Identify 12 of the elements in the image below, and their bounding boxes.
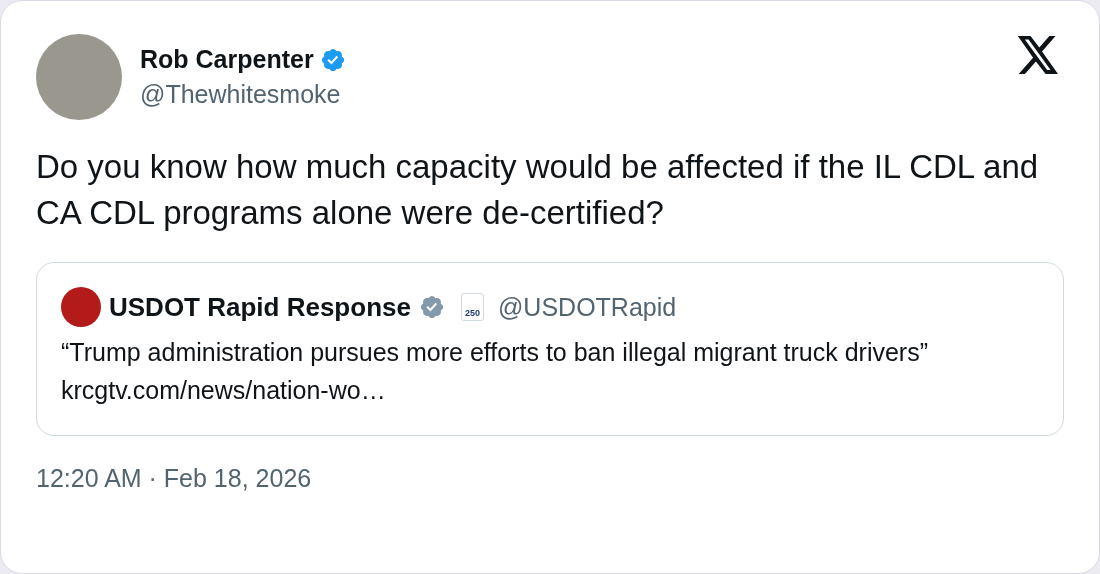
x-logo-icon[interactable] — [1016, 36, 1060, 76]
author-handle[interactable]: @Thewhitesmoke — [140, 80, 998, 109]
badge-label: 250 — [460, 293, 484, 321]
article-link[interactable]: krcgtv.com/news/nation-wo… — [61, 376, 386, 404]
quoted-post[interactable]: USDOT Rapid Response 250 @USDOTRapid “Trump administration pursues more efforts to ban illegal migrant truck drivers” krcgtv.com/news/nation-wo… — [36, 262, 1064, 436]
author-name[interactable]: Rob Carpenter — [140, 45, 314, 74]
quoted-author-handle: @USDOTRapid — [497, 292, 677, 322]
timestamp[interactable]: 12:20 AM · Feb 18, 2026 — [36, 464, 1064, 493]
quoted-text: “Trump administration pursues more efforts to ban illegal migrant truck drivers” — [61, 337, 929, 368]
post-text: Do you know how much capacity would be affected if the IL CDL and CA CDL programs alone were de-certified? — [36, 147, 1040, 233]
quoted-author-name: USDOT Rapid Response — [109, 291, 411, 323]
account-logo — [61, 287, 101, 327]
